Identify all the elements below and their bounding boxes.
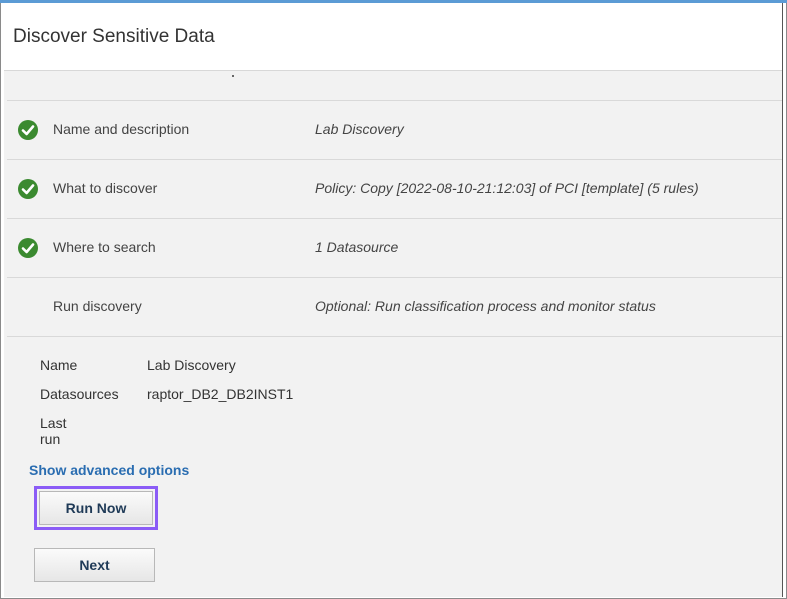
next-button[interactable]: Next [34, 548, 155, 582]
step-value: Lab Discovery [315, 121, 404, 137]
step-what-to-discover[interactable]: What to discover Policy: Copy [2022-08-1… [7, 160, 782, 219]
page-header: Discover Sensitive Data [4, 3, 782, 71]
window-edge [782, 3, 783, 597]
step-label: Where to search [53, 239, 156, 255]
detail-key: Name [40, 357, 78, 373]
run-now-button[interactable]: Run Now [39, 491, 153, 525]
wizard-content: Name and description Lab Discovery What … [4, 71, 782, 597]
run-now-highlight: Run Now [34, 486, 158, 530]
detail-key: Datasources [40, 386, 119, 402]
wizard-steps: Name and description Lab Discovery What … [7, 100, 782, 337]
checkmark-circle-icon [18, 238, 38, 258]
step-run-discovery[interactable]: Run discovery Optional: Run classificati… [7, 278, 782, 337]
step-label: Name and description [53, 121, 190, 137]
detail-value: Lab Discovery [147, 357, 236, 373]
step-value: Policy: Copy [2022-08-10-21:12:03] of PC… [315, 180, 699, 196]
divider-mark [232, 75, 234, 77]
step-label: Run discovery [53, 298, 142, 314]
checkmark-circle-icon [18, 120, 38, 140]
step-label: What to discover [53, 180, 158, 196]
step-value: Optional: Run classification process and… [315, 298, 656, 314]
page-title: Discover Sensitive Data [13, 26, 215, 47]
step-value: 1 Datasource [315, 239, 399, 255]
show-advanced-options-link[interactable]: Show advanced options [29, 462, 189, 478]
detail-value: raptor_DB2_DB2INST1 [147, 386, 294, 402]
step-name-and-description[interactable]: Name and description Lab Discovery [7, 101, 782, 160]
detail-key: Last run [40, 415, 67, 447]
step-where-to-search[interactable]: Where to search 1 Datasource [7, 219, 782, 278]
checkmark-circle-icon [18, 179, 38, 199]
